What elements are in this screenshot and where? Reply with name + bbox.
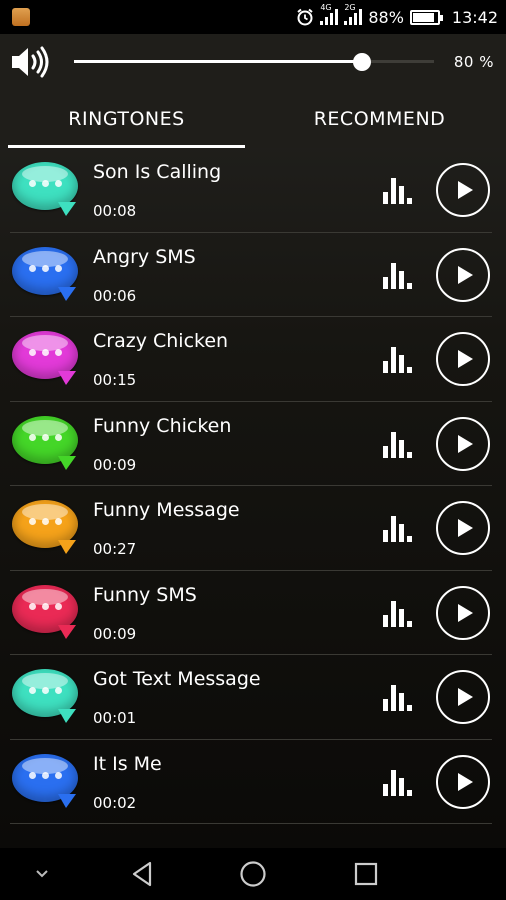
speaker-icon[interactable]: [10, 45, 50, 79]
ringtone-info: Crazy Chicken 00:15: [93, 329, 383, 389]
app-content: 80 % RINGTONES RECOMMEND Son Is Calling …: [0, 34, 506, 848]
ringtone-duration: 00:06: [93, 286, 137, 305]
message-bubble-icon: [12, 500, 78, 556]
equalizer-icon[interactable]: [383, 261, 412, 289]
recents-icon: [354, 862, 378, 886]
ringtone-info: It Is Me 00:02: [93, 752, 383, 812]
ringtone-info: Son Is Calling 00:08: [93, 160, 383, 220]
ringtone-name: Funny SMS: [93, 583, 197, 606]
play-icon: [458, 603, 473, 622]
ringtone-name: It Is Me: [93, 752, 162, 775]
tab-bar: RINGTONES RECOMMEND: [0, 90, 506, 148]
play-icon: [458, 772, 473, 791]
message-bubble-icon: [12, 584, 78, 641]
status-icons: 4G 2G 88% 13:42: [296, 3, 498, 27]
ringtone-info: Angry SMS 00:06: [93, 245, 383, 305]
signal-icon-1: 4G: [320, 3, 339, 25]
equalizer-icon[interactable]: [383, 176, 412, 205]
navigation-bar: [0, 848, 506, 900]
volume-percent: 80 %: [453, 53, 494, 71]
play-icon: [458, 434, 473, 453]
play-button[interactable]: [436, 163, 490, 218]
ringtone-name: Son Is Calling: [93, 161, 222, 184]
ringtone-info: Funny Message 00:27: [93, 498, 383, 558]
ringtone-row[interactable]: It Is Me 00:02: [0, 740, 506, 825]
ringtone-row[interactable]: Son Is Calling 00:08: [0, 148, 506, 233]
ringtone-info: Funny SMS 00:09: [93, 583, 383, 643]
signal-icon-2: 2G: [344, 3, 363, 25]
play-button[interactable]: [436, 416, 490, 471]
volume-slider-fill: [74, 60, 362, 63]
nav-back-button[interactable]: [122, 848, 162, 900]
play-button[interactable]: [436, 670, 490, 725]
volume-slider[interactable]: [74, 50, 434, 74]
ringtone-duration: 00:08: [93, 202, 137, 221]
battery-percent: 88%: [368, 7, 404, 27]
ringtone-name: Angry SMS: [93, 245, 196, 268]
ringtone-row[interactable]: Got Text Message 00:01: [0, 655, 506, 740]
equalizer-icon[interactable]: [383, 768, 412, 796]
play-icon: [458, 350, 473, 369]
equalizer-icon[interactable]: [383, 345, 412, 374]
message-bubble-icon: [12, 753, 78, 810]
ringtone-name: Got Text Message: [93, 668, 261, 691]
ringtone-duration: 00:09: [93, 624, 137, 643]
equalizer-icon[interactable]: [383, 430, 412, 458]
message-bubble-icon: [12, 162, 78, 218]
message-bubble-icon: [12, 331, 78, 387]
message-bubble-icon: [12, 669, 78, 725]
ringtone-duration: 00:01: [93, 709, 137, 728]
message-bubble-icon: [12, 415, 78, 472]
ringtone-duration: 00:02: [93, 793, 137, 812]
equalizer-icon[interactable]: [383, 683, 412, 712]
ringtone-row[interactable]: Funny Message 00:27: [0, 486, 506, 571]
alarm-icon: [297, 8, 313, 26]
tab-ringtones[interactable]: RINGTONES: [0, 90, 253, 148]
notification-app-icon: [12, 8, 30, 26]
ringtone-row[interactable]: Funny SMS 00:09: [0, 571, 506, 656]
ringtone-duration: 00:09: [93, 455, 137, 474]
nav-home-button[interactable]: [233, 848, 273, 900]
back-icon: [132, 861, 152, 887]
ringtone-row[interactable]: Funny Chicken 00:09: [0, 402, 506, 487]
play-button[interactable]: [436, 332, 490, 387]
play-button[interactable]: [436, 585, 490, 640]
message-bubble-icon: [12, 246, 78, 303]
ringtone-name: Funny Message: [93, 499, 240, 522]
play-icon: [458, 181, 473, 200]
ringtone-info: Funny Chicken 00:09: [93, 414, 383, 474]
equalizer-icon[interactable]: [383, 514, 412, 543]
play-button[interactable]: [436, 754, 490, 809]
volume-row: 80 %: [0, 34, 506, 90]
clock: 13:42: [451, 7, 498, 27]
ringtone-row[interactable]: Crazy Chicken 00:15: [0, 317, 506, 402]
play-icon: [458, 688, 473, 707]
tab-recommend[interactable]: RECOMMEND: [253, 90, 506, 148]
nav-recents-button[interactable]: [346, 848, 386, 900]
chevron-down-icon: [36, 870, 48, 878]
ringtone-name: Crazy Chicken: [93, 330, 229, 353]
play-button[interactable]: [436, 501, 490, 556]
battery-icon: [409, 9, 443, 25]
network-type-label-1: 4G: [320, 3, 332, 12]
play-icon: [458, 265, 473, 284]
ringtone-duration: 00:15: [93, 371, 137, 390]
volume-slider-thumb[interactable]: [353, 53, 371, 71]
nav-hide-button[interactable]: [26, 848, 58, 900]
ringtone-duration: 00:27: [93, 540, 137, 559]
ringtone-info: Got Text Message 00:01: [93, 667, 383, 727]
status-bar: 4G 2G 88% 13:42: [0, 0, 506, 34]
play-button[interactable]: [436, 247, 490, 302]
ringtone-row[interactable]: Angry SMS 00:06: [0, 233, 506, 318]
home-icon: [240, 861, 266, 887]
play-icon: [458, 519, 473, 538]
ringtone-name: Funny Chicken: [93, 414, 232, 437]
ringtone-list: Son Is Calling 00:08 Angry SMS 00:06 Cra…: [0, 148, 506, 824]
equalizer-icon[interactable]: [383, 599, 412, 627]
network-type-label-2: 2G: [344, 3, 356, 12]
